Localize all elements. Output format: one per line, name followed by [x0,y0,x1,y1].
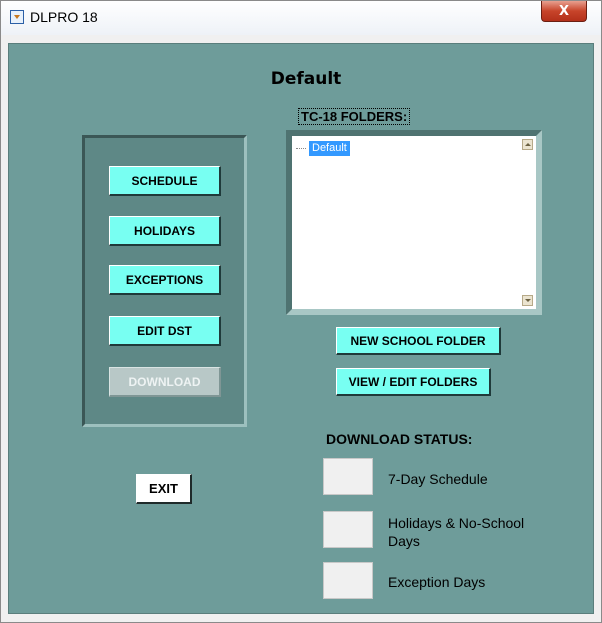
close-button[interactable]: X [541,1,587,22]
title-bar[interactable]: DLPRO 18 X [1,1,601,35]
download-status-label: DOWNLOAD STATUS: [326,431,473,447]
status-indicator-holidays [323,511,373,548]
app-icon [10,10,24,24]
current-folder-title: Default [270,69,342,89]
tree-item-label[interactable]: Default [309,141,350,156]
status-text-exceptions: Exception Days [388,574,486,590]
scroll-up-icon[interactable] [522,139,533,150]
client-area: Default SCHEDULE HOLIDAYS EXCEPTIONS EDI… [8,43,594,614]
status-text-schedule: 7-Day Schedule [388,471,488,487]
new-school-folder-button[interactable]: NEW SCHOOL FOLDER [336,327,501,355]
tree-connector [296,148,306,149]
exceptions-button[interactable]: EXCEPTIONS [109,265,221,295]
command-panel: SCHEDULE HOLIDAYS EXCEPTIONS EDIT DST DO… [82,135,247,427]
app-window: DLPRO 18 X Default SCHEDULE HOLIDAYS EXC… [0,0,602,623]
folders-label: TC-18 FOLDERS: [298,108,411,125]
view-edit-folders-button[interactable]: VIEW / EDIT FOLDERS [336,368,491,396]
holidays-button[interactable]: HOLIDAYS [109,216,221,246]
schedule-button[interactable]: SCHEDULE [109,166,221,196]
status-text-holidays: Holidays & No-School Days [388,515,525,549]
status-indicator-schedule [323,458,373,495]
download-button[interactable]: DOWNLOAD [109,367,221,397]
close-icon: X [558,3,570,19]
tree-item[interactable]: Default [296,141,350,156]
scroll-down-icon[interactable] [522,295,533,306]
status-indicator-exceptions [323,562,373,599]
edit-dst-button[interactable]: EDIT DST [109,316,221,346]
window-title: DLPRO 18 [30,9,98,25]
folder-tree[interactable]: Default [286,130,542,315]
exit-button[interactable]: EXIT [136,474,192,504]
